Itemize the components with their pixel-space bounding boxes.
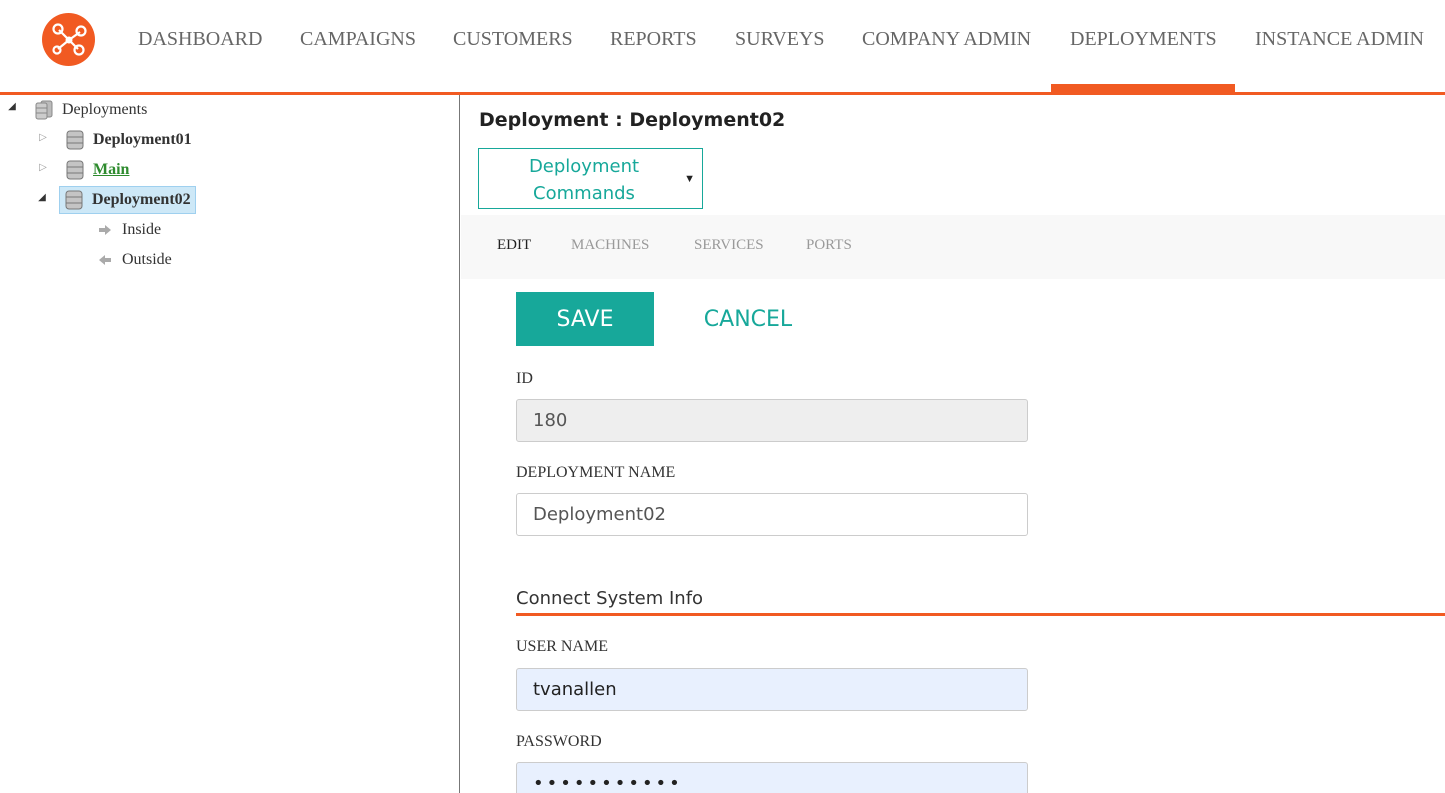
database-icon	[65, 190, 83, 210]
tab-services[interactable]: SERVICES	[694, 237, 764, 254]
tree-node-deployments[interactable]: Deployments	[35, 98, 147, 122]
tab-bar: EDIT MACHINES SERVICES PORTS	[461, 215, 1445, 279]
nav-item-instance-admin[interactable]: INSTANCE ADMIN	[1255, 27, 1424, 51]
collapse-triangle-icon[interactable]: ◢	[6, 101, 18, 112]
password-label: PASSWORD	[516, 733, 602, 750]
tree-label: Main	[93, 161, 130, 178]
deployment-name-label: DEPLOYMENT NAME	[516, 464, 676, 481]
tree-node-outside[interactable]: Outside	[98, 248, 172, 272]
database-stack-icon	[35, 100, 53, 120]
tab-edit[interactable]: EDIT	[497, 237, 531, 254]
top-navigation: DASHBOARD CAMPAIGNS CUSTOMERS REPORTS SU…	[0, 0, 1445, 95]
caret-down-icon: ▼	[684, 173, 695, 185]
expand-triangle-icon[interactable]: ▷	[37, 132, 49, 143]
tree-label: Deployment01	[93, 131, 192, 148]
tree-node-deployment02[interactable]: Deployment02	[59, 186, 196, 214]
deployment-name-field[interactable]	[516, 493, 1028, 536]
deployment-commands-dropdown[interactable]: Deployment Commands ▼	[478, 148, 703, 209]
expand-triangle-icon[interactable]: ▷	[37, 162, 49, 173]
password-field[interactable]	[516, 762, 1028, 793]
deployments-tree: ◢ Deployments ▷ Deployment01 ▷ Main ◢ De…	[0, 95, 460, 793]
tree-label: Outside	[122, 251, 172, 268]
tree-node-inside[interactable]: Inside	[98, 218, 161, 242]
save-button[interactable]: SAVE	[516, 292, 654, 346]
tab-machines[interactable]: MACHINES	[571, 237, 649, 254]
section-title-connect-system-info: Connect System Info	[516, 588, 704, 609]
user-name-field[interactable]	[516, 668, 1028, 711]
network-nodes-icon[interactable]	[42, 13, 95, 66]
nav-item-surveys[interactable]: SURVEYS	[735, 27, 825, 51]
nav-item-customers[interactable]: CUSTOMERS	[453, 27, 573, 51]
nav-active-indicator	[1051, 84, 1235, 93]
nav-item-campaigns[interactable]: CAMPAIGNS	[300, 27, 416, 51]
deployment-detail-panel: Deployment : Deployment02 Deployment Com…	[461, 95, 1445, 793]
tab-ports[interactable]: PORTS	[806, 237, 852, 254]
section-divider	[516, 613, 1445, 616]
cancel-button[interactable]: CANCEL	[683, 292, 813, 346]
tree-node-deployment01[interactable]: Deployment01	[66, 128, 192, 152]
database-icon	[66, 160, 84, 180]
user-name-label: USER NAME	[516, 638, 609, 655]
collapse-triangle-icon[interactable]: ◢	[36, 192, 48, 203]
nav-item-deployments[interactable]: DEPLOYMENTS	[1070, 27, 1217, 51]
id-field[interactable]	[516, 399, 1028, 442]
database-icon	[66, 130, 84, 150]
nav-item-dashboard[interactable]: DASHBOARD	[138, 27, 262, 51]
nav-item-company-admin[interactable]: COMPANY ADMIN	[862, 27, 1031, 51]
tree-node-main[interactable]: Main	[66, 158, 129, 182]
arrow-right-icon	[99, 225, 111, 235]
tree-label: Inside	[122, 221, 162, 238]
tree-label: Deployment02	[92, 191, 191, 208]
arrow-left-icon	[99, 255, 111, 265]
tree-label: Deployments	[62, 101, 148, 118]
nav-item-reports[interactable]: REPORTS	[610, 27, 697, 51]
dropdown-label: Deployment Commands	[528, 156, 640, 204]
page-title: Deployment : Deployment02	[479, 109, 786, 131]
id-label: ID	[516, 370, 533, 387]
